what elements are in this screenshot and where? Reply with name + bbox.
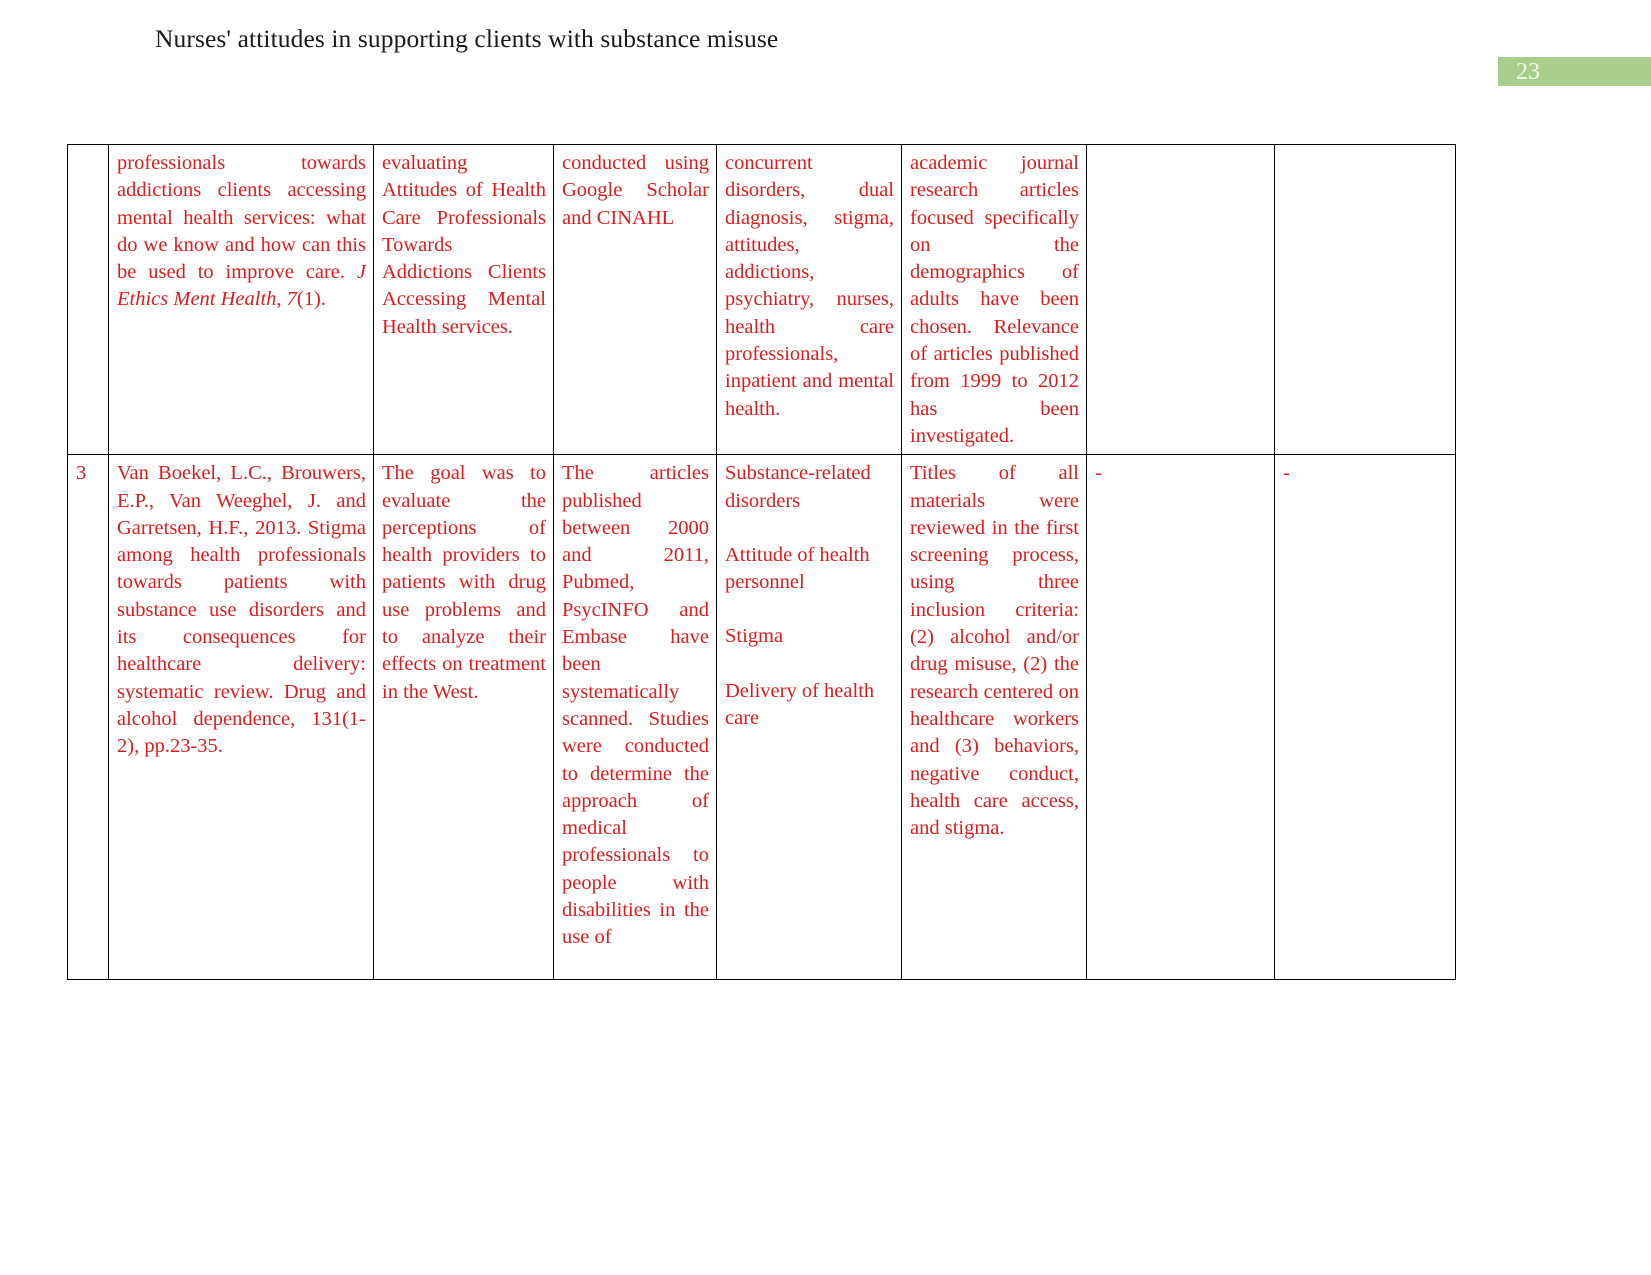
page-title: Nurses' attitudes in supporting clients … (155, 24, 779, 53)
aim-cell: The goal was to evaluate the perceptions… (373, 454, 554, 981)
exclusion-criteria-cell (1086, 143, 1275, 456)
reference-text: professionals towards addictions clients… (117, 150, 366, 314)
row-number-cell: 3 (67, 454, 109, 981)
reference-text-part2: , (276, 288, 287, 311)
key-concepts-cell: concurrent disorders, dual diagnosis, st… (716, 143, 902, 456)
quality-text: - (1283, 462, 1290, 485)
reference-text-part1: professionals towards addictions clients… (117, 152, 366, 284)
aim-text: evaluating Attitudes of Health Care Prof… (382, 152, 546, 338)
key-concept-item: Stigma (725, 625, 784, 648)
aim-text: The goal was to evaluate the perceptions… (382, 462, 546, 703)
table-row: professionals towards addictions clients… (67, 143, 1456, 456)
literature-review-table: professionals towards addictions clients… (67, 143, 1456, 981)
reference-volume-italic: 7 (286, 288, 297, 311)
inclusion-criteria-cell: academic journal research articles focus… (901, 143, 1087, 456)
key-concept-item: Substance-related disorders (725, 462, 871, 512)
method-text: conducted using Google Scholar and CINAH… (562, 152, 709, 229)
quality-cell: - (1274, 454, 1456, 981)
exclusion-criteria-cell: - (1086, 454, 1275, 981)
key-concepts-cell: Substance-related disorders Attitude of … (716, 454, 902, 981)
inclusion-criteria-text: Titles of all materials were reviewed in… (910, 462, 1079, 840)
reference-cell: professionals towards addictions clients… (108, 143, 374, 456)
key-concepts-text: concurrent disorders, dual diagnosis, st… (725, 152, 894, 420)
inclusion-criteria-cell: Titles of all materials were reviewed in… (901, 454, 1087, 981)
table-row: 3 Van Boekel, L.C., Brouwers, E.P., Van … (67, 454, 1456, 981)
document-page: Nurses' attitudes in supporting clients … (0, 0, 1651, 1275)
inclusion-criteria-text: academic journal research articles focus… (910, 152, 1079, 447)
method-cell: The articles published between 2000 and … (553, 454, 717, 981)
reference-text-part3: (1). (296, 288, 326, 311)
key-concept-item: Delivery of health care (725, 679, 875, 730)
key-concept-item: Attitude of health personnel (725, 543, 870, 594)
aim-cell: evaluating Attitudes of Health Care Prof… (373, 143, 554, 456)
page-number: 23 (1516, 59, 1540, 85)
method-cell: conducted using Google Scholar and CINAH… (553, 143, 717, 456)
quality-cell (1274, 143, 1456, 456)
literature-review-table-wrapper: professionals towards addictions clients… (67, 143, 1456, 981)
reference-text: Van Boekel, L.C., Brouwers, E.P., Van We… (117, 462, 366, 758)
row-number-cell (67, 143, 109, 456)
page-header: Nurses' attitudes in supporting clients … (0, 0, 1651, 100)
reference-cell: Van Boekel, L.C., Brouwers, E.P., Van We… (108, 454, 374, 981)
method-text: The articles published between 2000 and … (562, 462, 709, 949)
exclusion-criteria-text: - (1095, 462, 1102, 485)
